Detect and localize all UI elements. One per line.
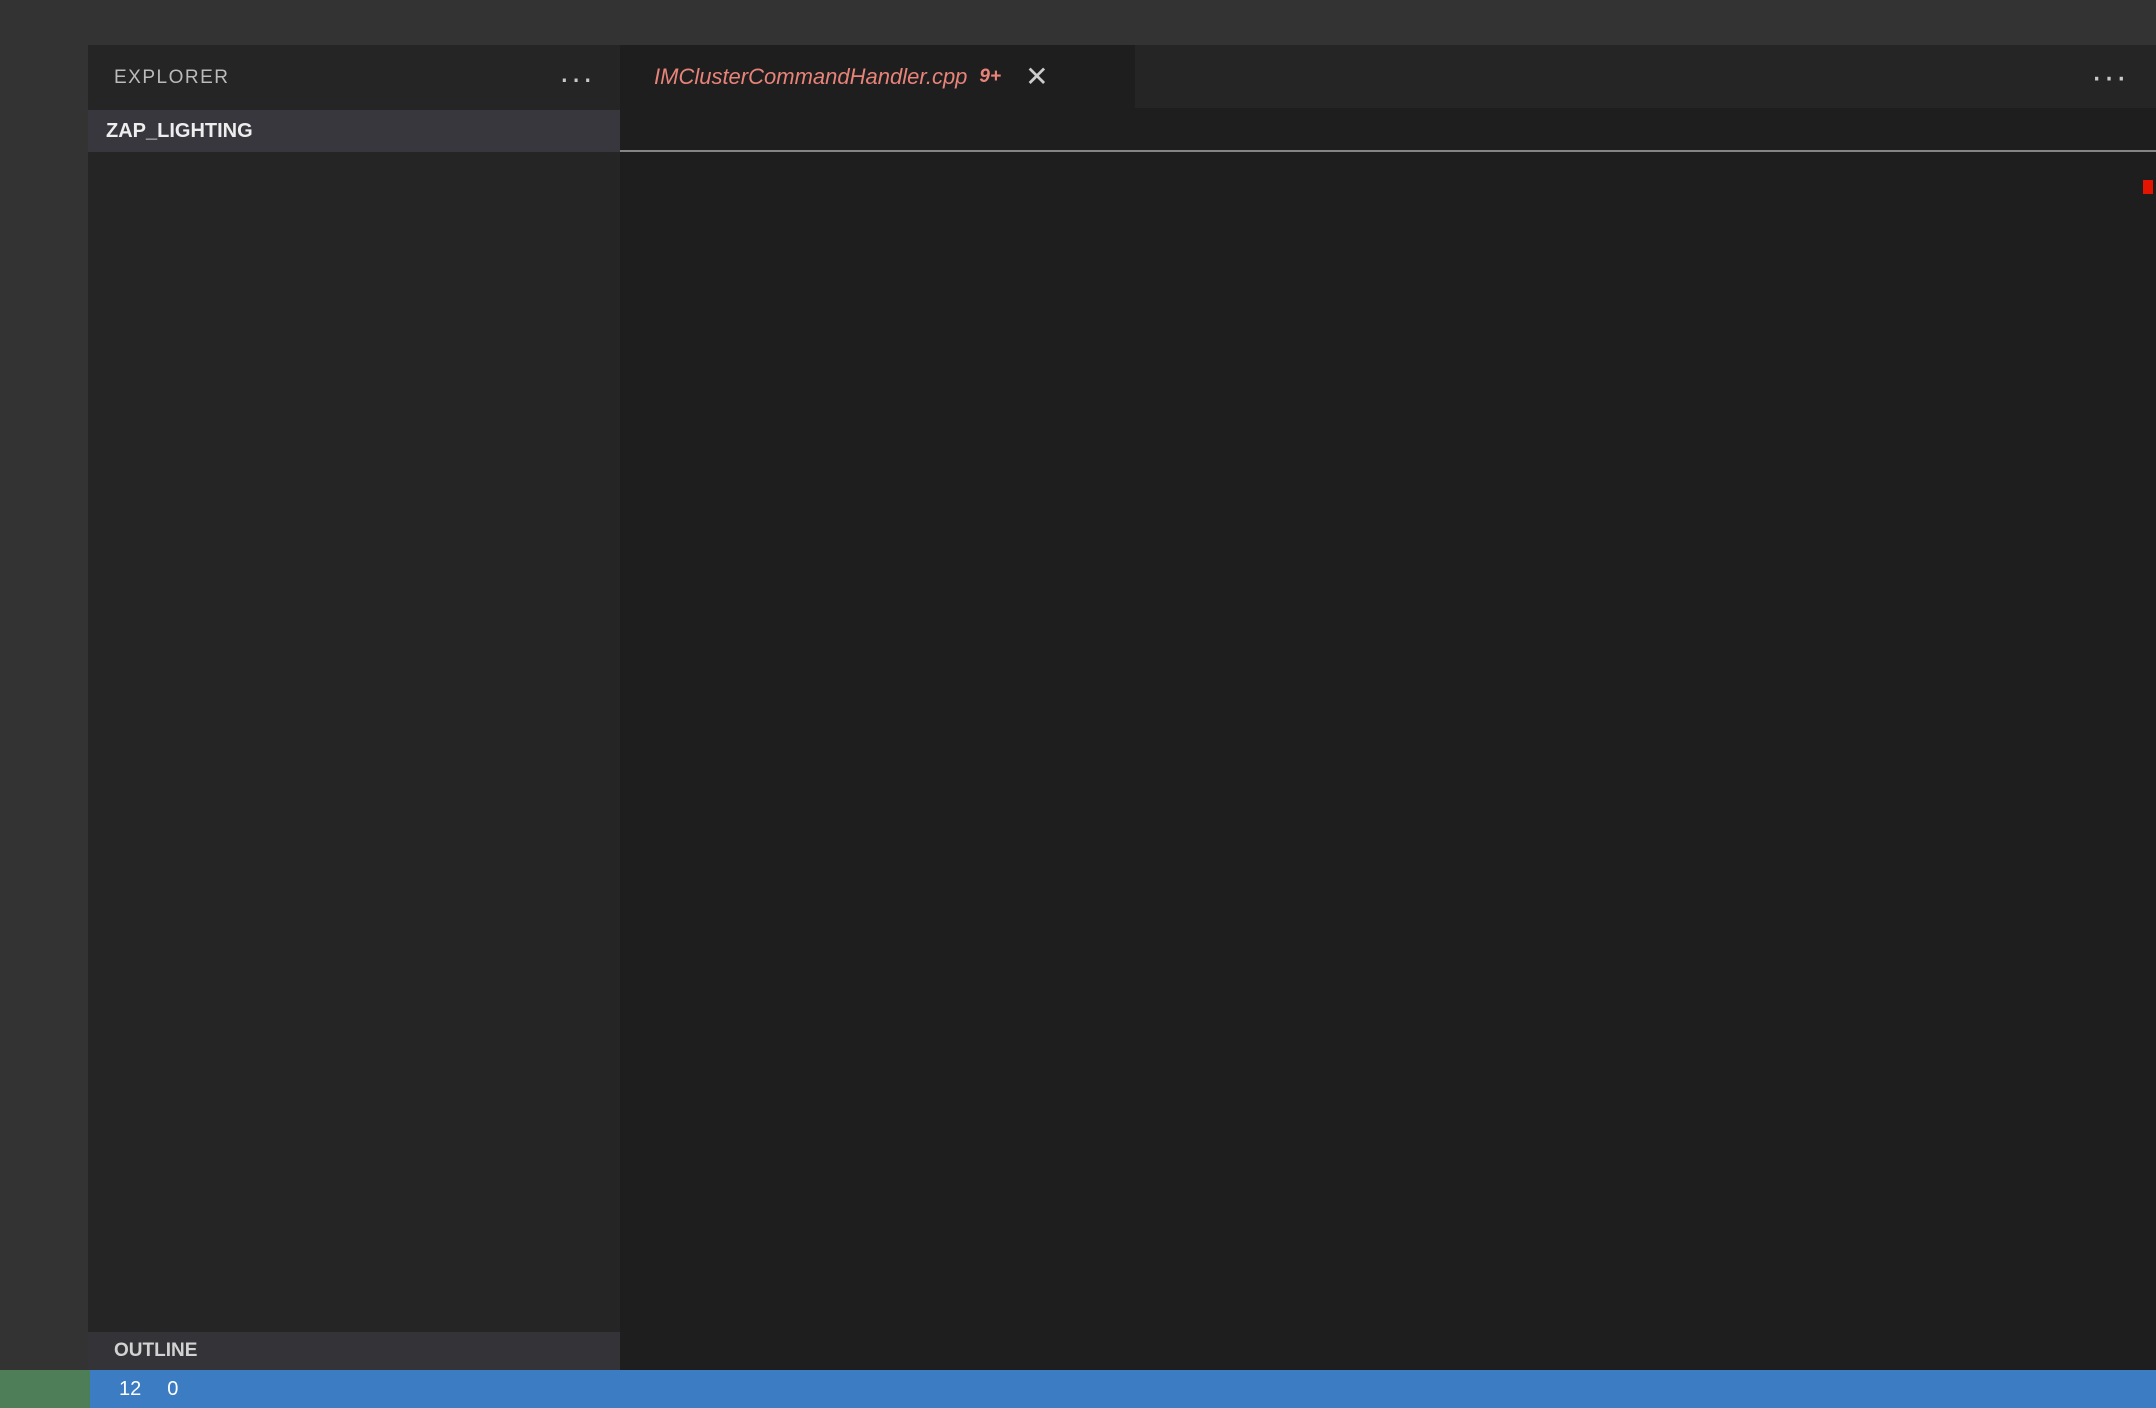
remote-indicator[interactable] xyxy=(0,1370,90,1408)
status-bar: 12 0 xyxy=(0,1370,2156,1408)
tab-label: IMClusterCommandHandler.cpp xyxy=(654,63,968,89)
tab-imclustercommandhandler[interactable]: IMClusterCommandHandler.cpp 9+ ✕ xyxy=(620,45,1135,108)
close-tab-icon[interactable]: ✕ xyxy=(1025,62,1048,91)
warning-count: 0 xyxy=(167,1377,179,1400)
vscode-window: EXPLORER ··· ZAP_LIGHTING OUTLINE IMClus… xyxy=(0,0,2156,1408)
minimap[interactable] xyxy=(2075,152,2140,1370)
problems-status[interactable]: 12 0 xyxy=(90,1370,206,1408)
error-marker xyxy=(2143,180,2153,194)
breadcrumb xyxy=(620,108,2156,152)
explorer-sidebar: EXPLORER ··· ZAP_LIGHTING OUTLINE xyxy=(88,45,620,1370)
menu-bar xyxy=(0,0,2156,45)
overview-ruler[interactable] xyxy=(2140,152,2156,1370)
outline-label: OUTLINE xyxy=(114,1340,198,1361)
more-actions-icon[interactable]: ··· xyxy=(559,62,594,94)
folder-name: ZAP_LIGHTING xyxy=(106,119,253,142)
code-editor[interactable] xyxy=(620,152,2156,1370)
folder-section-header[interactable]: ZAP_LIGHTING xyxy=(88,110,620,152)
error-count: 12 xyxy=(119,1377,142,1400)
tab-bar: IMClusterCommandHandler.cpp 9+ ✕ ··· xyxy=(620,45,2156,108)
outline-section-header[interactable]: OUTLINE xyxy=(88,1332,620,1370)
editor-more-actions-icon[interactable]: ··· xyxy=(2091,60,2128,94)
activity-bar xyxy=(0,45,88,1370)
tab-problems-badge: 9+ xyxy=(979,65,1002,87)
sidebar-title: EXPLORER xyxy=(114,66,230,88)
editor-group: IMClusterCommandHandler.cpp 9+ ✕ ··· xyxy=(620,45,2156,1370)
